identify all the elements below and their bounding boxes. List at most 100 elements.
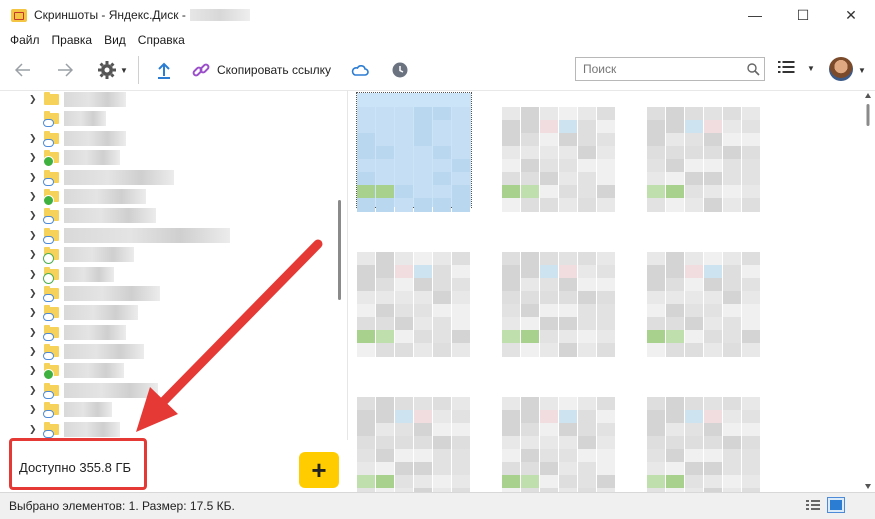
tree-folder-row[interactable]: ❯ — [0, 90, 347, 109]
folder-tree[interactable]: ❯ ❯ ❯ ❯ ❯ ❯ ❯ ❯ ❯ ❯ ❯ ❯ ❯ ❯ ❯ ❯ ❯ ❯ — [0, 90, 348, 440]
cloud-status-icon — [43, 332, 54, 341]
maximize-button[interactable]: ☐ — [779, 0, 827, 30]
thumbnail-pixel — [685, 107, 703, 121]
list-view-icon[interactable] — [778, 60, 796, 77]
file-thumbnail[interactable] — [647, 383, 761, 492]
tree-folder-row[interactable]: ❯ — [0, 284, 347, 303]
expand-chevron-icon[interactable]: ❯ — [29, 191, 37, 202]
close-button[interactable]: ✕ — [827, 0, 875, 30]
tree-folder-row[interactable]: ❯ — [0, 303, 347, 322]
tree-folder-row[interactable]: ❯ — [0, 148, 347, 168]
expand-chevron-icon[interactable]: ❯ — [29, 424, 37, 435]
expand-chevron-icon[interactable]: ❯ — [29, 133, 37, 144]
back-icon[interactable] — [12, 63, 34, 77]
view-mode-caret-icon[interactable]: ▼ — [807, 64, 815, 73]
thumbnail-pixel — [414, 172, 432, 186]
file-thumbnail[interactable] — [647, 93, 761, 212]
thumbnail-pixel — [433, 436, 451, 450]
cloud-status-icon — [43, 352, 54, 361]
expand-chevron-icon[interactable]: ❯ — [29, 94, 37, 105]
expand-chevron-icon[interactable]: ❯ — [29, 327, 37, 338]
tree-scrollbar[interactable] — [338, 200, 341, 300]
search-box[interactable] — [575, 57, 765, 81]
tree-folder-row[interactable]: ❯ — [0, 265, 347, 284]
avatar[interactable] — [829, 57, 853, 81]
add-button[interactable]: + — [299, 452, 339, 488]
forward-icon[interactable] — [54, 63, 76, 77]
details-view-icon[interactable] — [804, 497, 822, 513]
file-grid[interactable] — [349, 90, 859, 492]
thumbnail-pixel — [376, 330, 394, 344]
minimize-button[interactable]: — — [731, 0, 779, 30]
file-thumbnail[interactable] — [647, 238, 761, 357]
expand-chevron-icon[interactable]: ❯ — [29, 404, 37, 415]
tree-folder-row[interactable]: ❯ — [0, 342, 347, 361]
thumbnail-pixel — [502, 198, 520, 212]
thumbnail-pixel — [723, 291, 741, 305]
menu-edit[interactable]: Правка — [46, 33, 99, 47]
tree-folder-row[interactable]: ❯ — [0, 400, 347, 419]
expand-chevron-icon[interactable]: ❯ — [29, 172, 37, 183]
file-thumbnail[interactable] — [502, 238, 616, 357]
folder-name-redacted — [64, 227, 230, 243]
tree-folder-row[interactable]: ❯ — [0, 323, 347, 342]
expand-chevron-icon[interactable]: ❯ — [29, 307, 37, 318]
grid-scrollbar[interactable] — [861, 90, 875, 492]
thumbnail-pixel — [521, 107, 539, 121]
thumbnail-pixel — [578, 410, 596, 424]
thumbnail-pixel — [357, 436, 375, 450]
thumbnail-pixel — [521, 198, 539, 212]
expand-chevron-icon[interactable]: ❯ — [29, 385, 37, 396]
tree-folder-row[interactable]: ❯ — [0, 168, 347, 187]
search-icon[interactable] — [742, 62, 764, 76]
thumbnail-pixel — [685, 198, 703, 212]
expand-chevron-icon[interactable]: ❯ — [29, 365, 37, 376]
expand-chevron-icon[interactable]: ❯ — [29, 152, 37, 163]
folder-icon — [43, 247, 59, 265]
thumbnail-pixel — [357, 343, 375, 357]
expand-chevron-icon[interactable]: ❯ — [29, 210, 37, 221]
tree-folder-row[interactable]: ❯ — [0, 245, 347, 265]
tree-folder-row[interactable]: ❯ — [0, 129, 347, 148]
tree-folder-row[interactable]: ❯ — [0, 381, 347, 400]
thumbnail-pixel — [502, 449, 520, 463]
folder-icon — [43, 421, 59, 438]
thumbnail-pixel — [452, 423, 470, 437]
gear-icon[interactable] — [96, 60, 118, 80]
tree-folder-row[interactable]: ❯ — [0, 187, 347, 206]
tree-folder-row[interactable]: ❯ — [0, 109, 347, 128]
thumbnail-pixel — [559, 330, 577, 344]
menu-file[interactable]: Файл — [0, 33, 46, 47]
file-thumbnail[interactable] — [357, 238, 471, 357]
expand-chevron-icon[interactable]: ❯ — [29, 269, 37, 280]
gear-caret-icon[interactable]: ▼ — [118, 66, 130, 75]
tree-folder-row[interactable]: ❯ — [0, 226, 347, 245]
expand-chevron-icon[interactable]: ❯ — [29, 230, 37, 241]
upload-icon[interactable] — [153, 61, 175, 79]
cloud-icon[interactable] — [349, 64, 371, 76]
thumbnail-pixel — [357, 265, 375, 279]
history-icon[interactable] — [389, 62, 411, 78]
menu-help[interactable]: Справка — [132, 33, 191, 47]
thumbnail-view-icon[interactable] — [827, 497, 845, 513]
copy-link-button[interactable]: Скопировать ссылку — [217, 63, 331, 77]
expand-chevron-icon[interactable]: ❯ — [29, 288, 37, 299]
tree-folder-row[interactable]: ❯ — [0, 361, 347, 381]
thumbnail-pixel — [666, 317, 684, 331]
search-input[interactable] — [576, 61, 742, 77]
cloud-status-icon — [43, 216, 54, 225]
tree-folder-row[interactable]: ❯ — [0, 420, 347, 439]
tree-folder-row[interactable]: ❯ — [0, 206, 347, 225]
file-thumbnail[interactable] — [502, 93, 616, 212]
file-thumbnail[interactable] — [502, 383, 616, 492]
expand-chevron-icon[interactable]: ❯ — [29, 249, 37, 260]
file-thumbnail[interactable] — [357, 383, 471, 492]
expand-chevron-icon[interactable]: ❯ — [29, 346, 37, 357]
menu-view[interactable]: Вид — [98, 33, 132, 47]
avatar-caret-icon[interactable]: ▼ — [858, 66, 866, 75]
link-icon[interactable] — [191, 61, 211, 79]
thumbnail-pixel — [521, 462, 539, 476]
thumbnail-pixel — [578, 159, 596, 173]
thumbnail-pixel — [521, 252, 539, 266]
file-thumbnail[interactable] — [356, 92, 472, 212]
